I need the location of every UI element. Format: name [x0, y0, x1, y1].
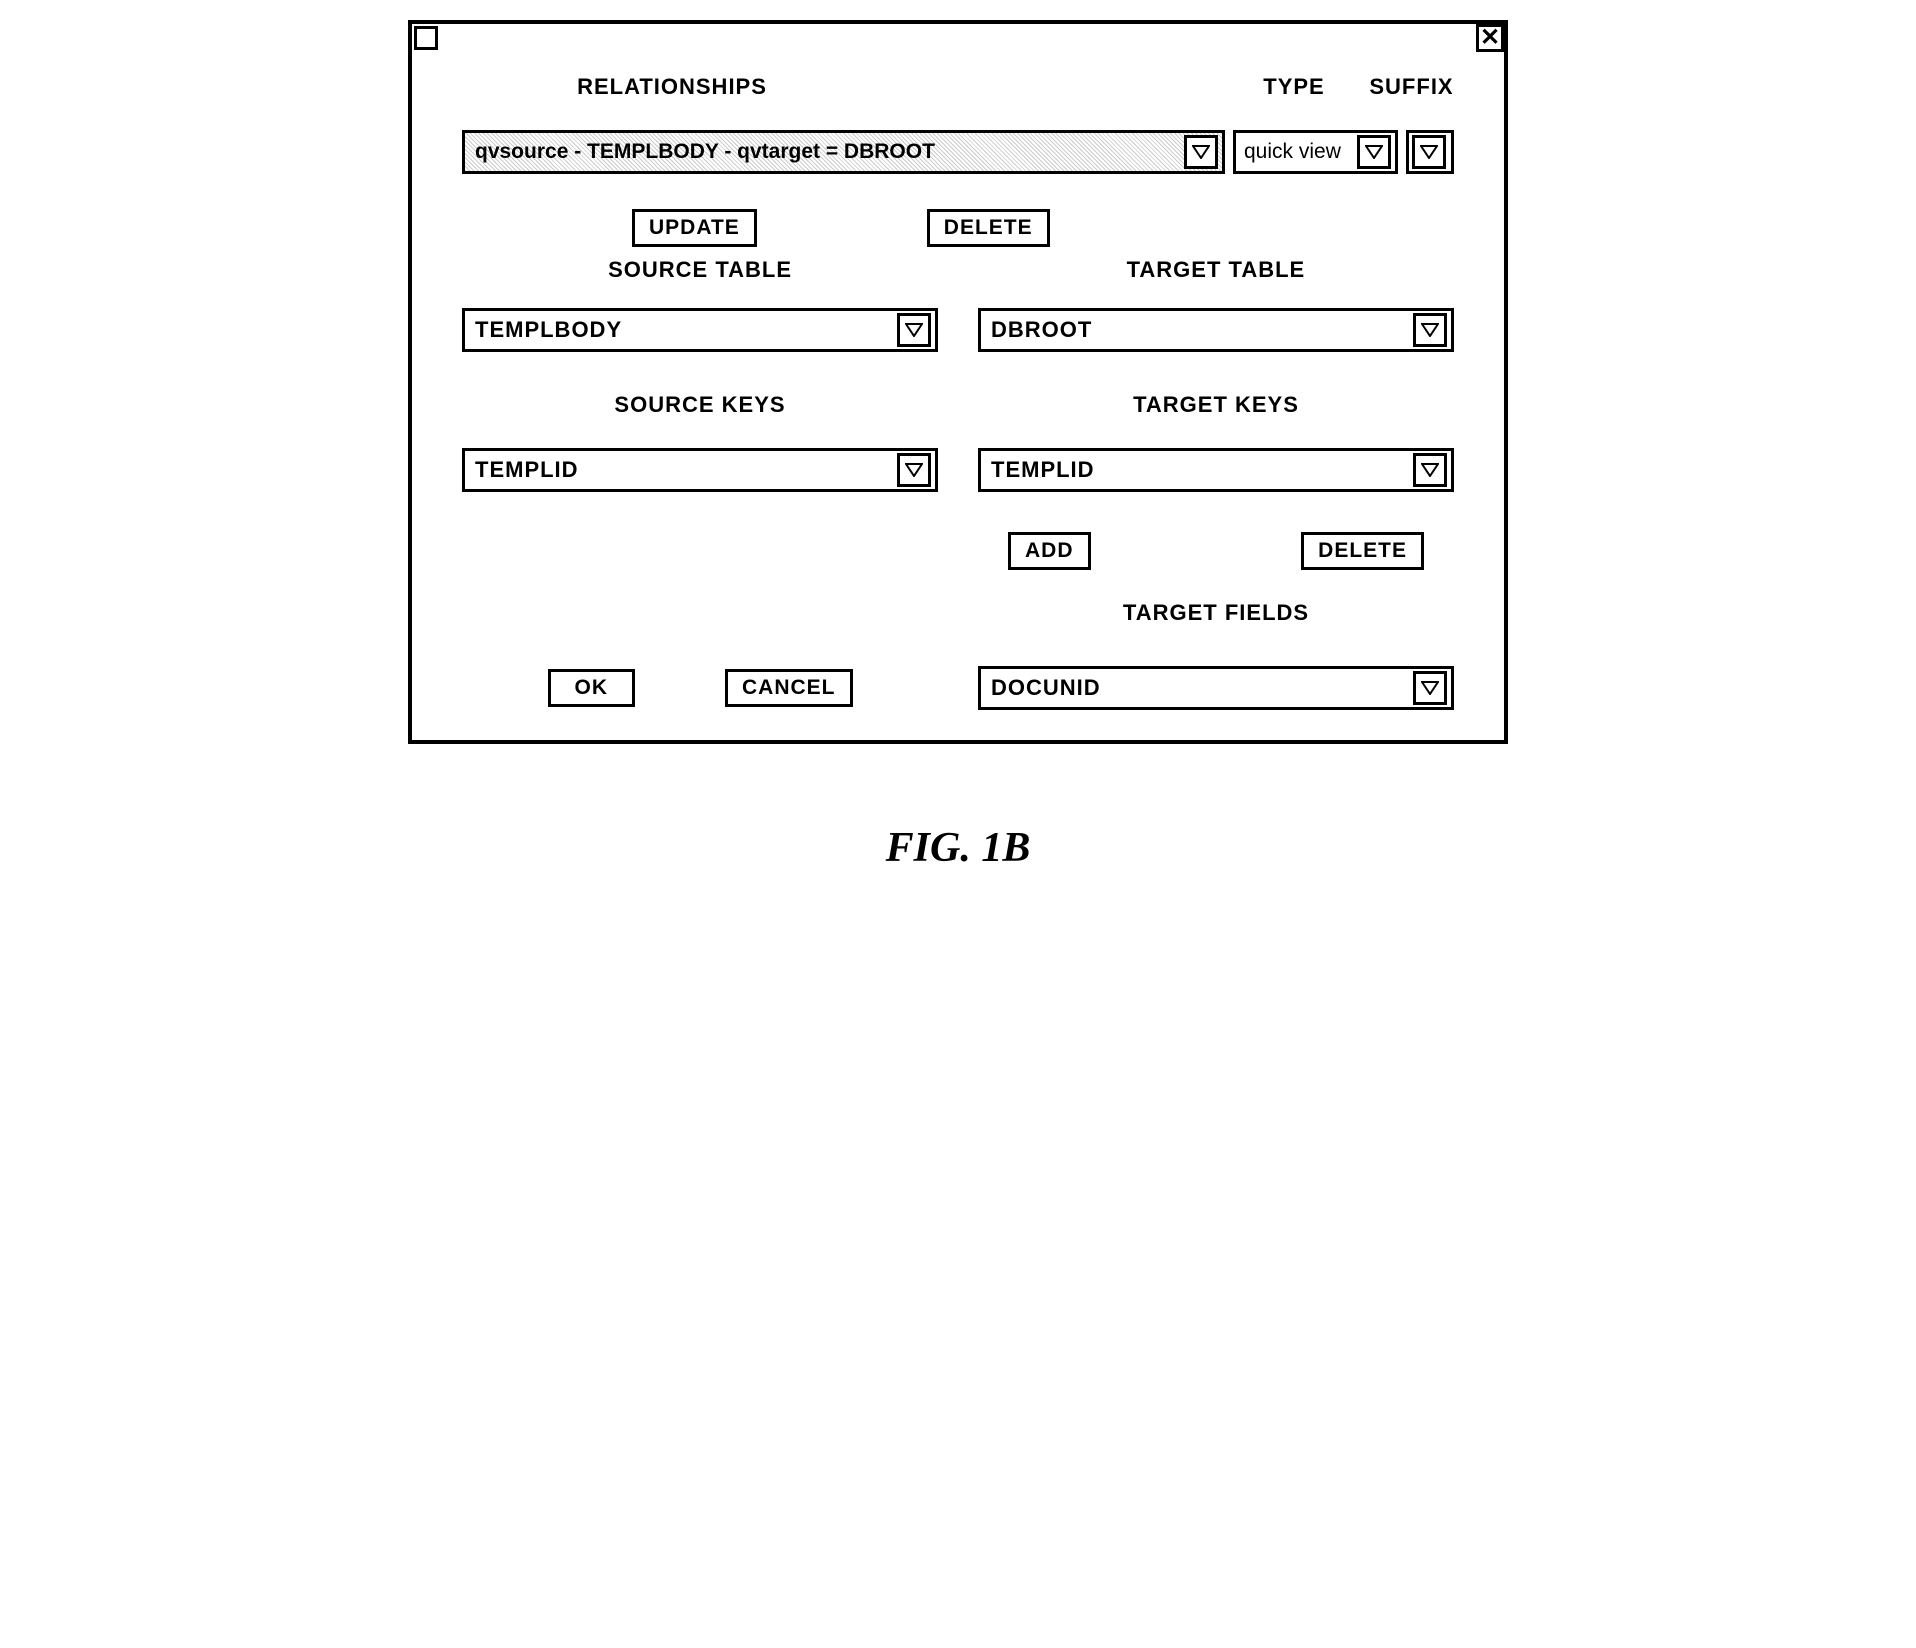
source-table-dropdown[interactable]: TEMPLBODY	[462, 308, 938, 352]
table-labels-row: SOURCE TABLE TARGET TABLE	[462, 257, 1454, 283]
keys-labels-row: SOURCE KEYS TARGET KEYS	[462, 392, 1454, 418]
delete-target-button[interactable]: DELETE	[1301, 532, 1424, 570]
relationships-dropdown-arrow[interactable]	[1184, 135, 1218, 169]
type-dropdown[interactable]: quick view	[1233, 130, 1398, 174]
action-row: UPDATE DELETE	[462, 209, 1454, 247]
chevron-down-icon	[1421, 323, 1439, 337]
target-table-value: DBROOT	[981, 317, 1411, 343]
ok-button[interactable]: OK	[548, 669, 636, 707]
suffix-header: SUFFIX	[1369, 74, 1454, 100]
target-keys-dropdown[interactable]: TEMPLID	[978, 448, 1454, 492]
titlebar: ✕	[412, 24, 1504, 54]
target-buttons-row: ADD DELETE	[978, 532, 1454, 570]
relationships-header: RELATIONSHIPS	[462, 74, 882, 100]
source-keys-dropdown[interactable]: TEMPLID	[462, 448, 938, 492]
delete-button[interactable]: DELETE	[927, 209, 1050, 247]
target-fields-label-row: TARGET FIELDS	[462, 600, 1454, 646]
source-keys-arrow[interactable]	[897, 453, 931, 487]
close-icon: ✕	[1480, 26, 1500, 50]
chevron-down-icon	[1420, 145, 1438, 159]
type-header: TYPE	[1219, 74, 1369, 100]
dialog-buttons: OK CANCEL	[462, 666, 938, 710]
suffix-dropdown-arrow[interactable]	[1412, 135, 1446, 169]
relationships-dropdown[interactable]: qvsource - TEMPLBODY - qvtarget = DBROOT	[462, 130, 1225, 174]
source-table-label: SOURCE TABLE	[462, 257, 938, 283]
update-button[interactable]: UPDATE	[632, 209, 757, 247]
bottom-row: OK CANCEL DOCUNID	[462, 666, 1454, 710]
dialog-content: RELATIONSHIPS TYPE SUFFIX qvsource - TEM…	[412, 54, 1504, 740]
table-dropdowns-row: TEMPLBODY DBROOT	[462, 308, 1454, 352]
source-keys-label: SOURCE KEYS	[462, 392, 938, 418]
header-row: RELATIONSHIPS TYPE SUFFIX	[462, 74, 1454, 100]
target-fields-value: DOCUNID	[981, 675, 1411, 701]
chevron-down-icon	[905, 323, 923, 337]
type-dropdown-value: quick view	[1236, 140, 1355, 164]
target-fields-label: TARGET FIELDS	[978, 600, 1454, 626]
source-keys-value: TEMPLID	[465, 457, 895, 483]
relationships-dropdown-value: qvsource - TEMPLBODY - qvtarget = DBROOT	[465, 140, 1182, 164]
source-table-arrow[interactable]	[897, 313, 931, 347]
figure-caption: FIG. 1B	[20, 824, 1896, 872]
target-keys-arrow[interactable]	[1413, 453, 1447, 487]
chevron-down-icon	[1421, 463, 1439, 477]
target-actions-row: ADD DELETE	[462, 532, 1454, 585]
add-button[interactable]: ADD	[1008, 532, 1091, 570]
target-keys-value: TEMPLID	[981, 457, 1411, 483]
type-dropdown-arrow[interactable]	[1357, 135, 1391, 169]
keys-dropdowns-row: TEMPLID TEMPLID	[462, 448, 1454, 492]
dialog-window: ✕ RELATIONSHIPS TYPE SUFFIX qvsource - T…	[408, 20, 1508, 744]
cancel-button[interactable]: CANCEL	[725, 669, 853, 707]
target-fields-dropdown[interactable]: DOCUNID	[978, 666, 1454, 710]
suffix-dropdown[interactable]	[1406, 130, 1454, 174]
chevron-down-icon	[1421, 681, 1439, 695]
close-button[interactable]: ✕	[1476, 24, 1504, 52]
target-table-dropdown[interactable]: DBROOT	[978, 308, 1454, 352]
target-table-arrow[interactable]	[1413, 313, 1447, 347]
chevron-down-icon	[905, 463, 923, 477]
target-keys-label: TARGET KEYS	[978, 392, 1454, 418]
chevron-down-icon	[1192, 145, 1210, 159]
chevron-down-icon	[1365, 145, 1383, 159]
system-menu-icon[interactable]	[414, 26, 438, 50]
target-fields-arrow[interactable]	[1413, 671, 1447, 705]
source-table-value: TEMPLBODY	[465, 317, 895, 343]
target-table-label: TARGET TABLE	[978, 257, 1454, 283]
main-dropdown-row: qvsource - TEMPLBODY - qvtarget = DBROOT…	[462, 130, 1454, 174]
